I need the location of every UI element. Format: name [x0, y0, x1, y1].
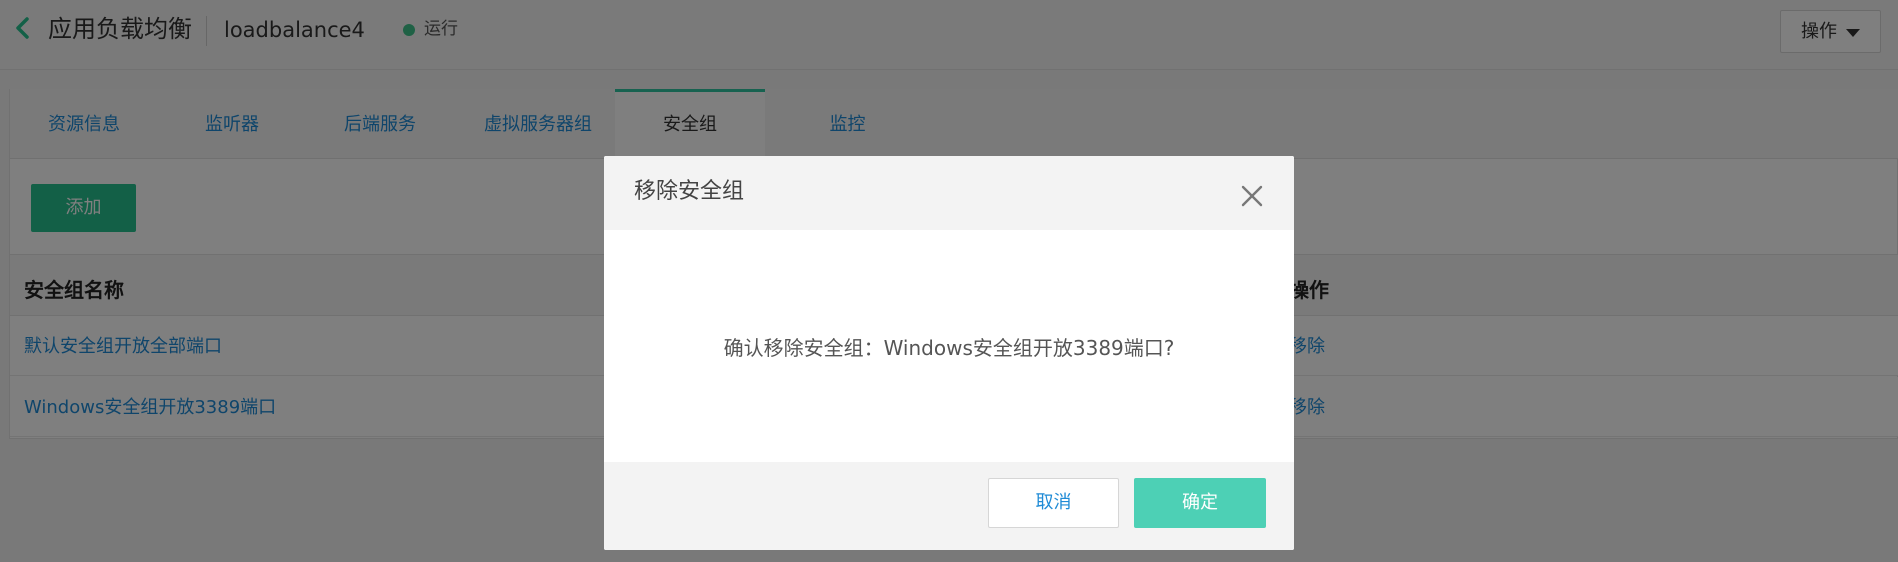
cancel-button[interactable]: 取消 [988, 478, 1119, 528]
dialog-title: 移除安全组 [634, 179, 745, 204]
confirm-button[interactable]: 确定 [1134, 478, 1266, 528]
remove-security-group-dialog: 移除安全组 确认移除安全组：Windows安全组开放3389端口? 取消 确定 [604, 156, 1294, 550]
dialog-message: 确认移除安全组：Windows安全组开放3389端口? [723, 336, 1175, 360]
close-icon[interactable] [1240, 184, 1264, 208]
